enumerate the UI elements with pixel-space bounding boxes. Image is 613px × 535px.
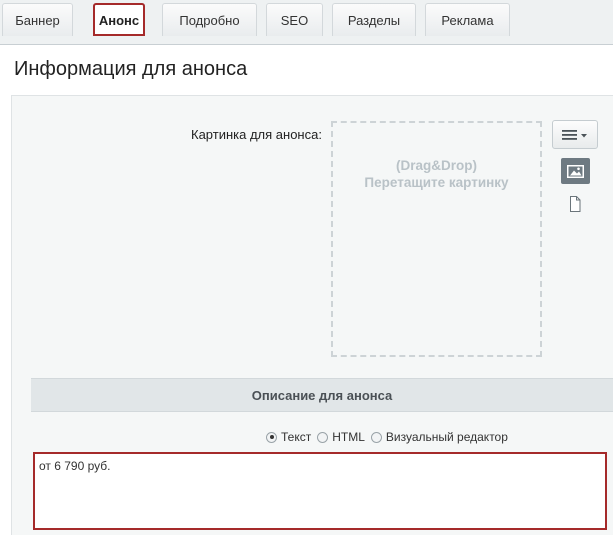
image-dropzone[interactable]: (Drag&Drop) Перетащите картинку xyxy=(331,121,542,357)
tab-announce[interactable]: Анонс xyxy=(93,3,145,36)
radio-visual[interactable] xyxy=(370,431,382,443)
dropzone-hint-1: (Drag&Drop) xyxy=(396,158,477,173)
mode-label-html: HTML xyxy=(332,430,365,444)
radio-text[interactable] xyxy=(266,431,277,443)
mode-option-text[interactable]: Текст xyxy=(266,430,311,444)
tab-advertising[interactable]: Реклама xyxy=(425,3,510,36)
image-source-button[interactable] xyxy=(561,158,590,184)
tab-banner[interactable]: Баннер xyxy=(2,3,73,36)
mode-option-visual[interactable]: Визуальный редактор xyxy=(370,430,508,444)
description-mode-selector: Текст HTML Визуальный редактор xyxy=(266,430,514,444)
description-section-header: Описание для анонса xyxy=(31,378,613,412)
mode-label-visual: Визуальный редактор xyxy=(385,430,508,444)
image-icon xyxy=(567,164,584,178)
tab-details[interactable]: Подробно xyxy=(162,3,257,36)
file-source-button[interactable] xyxy=(568,196,582,212)
mode-option-html[interactable]: HTML xyxy=(317,430,365,444)
image-field-label: Картинка для анонса: xyxy=(191,127,322,142)
tab-seo[interactable]: SEO xyxy=(266,3,323,36)
description-textarea[interactable]: от 6 790 руб. xyxy=(33,452,607,530)
radio-html[interactable] xyxy=(317,431,329,443)
menu-icon xyxy=(562,129,587,140)
image-menu-button[interactable] xyxy=(552,120,598,149)
dropzone-hint-2: Перетащите картинку xyxy=(364,175,509,190)
mode-label-text: Текст xyxy=(281,430,312,444)
tab-bar: Баннер Анонс Подробно SEO Разделы Реклам… xyxy=(0,0,613,45)
tab-sections[interactable]: Разделы xyxy=(332,3,416,36)
page-title: Информация для анонса xyxy=(14,58,248,80)
file-icon xyxy=(570,196,581,212)
